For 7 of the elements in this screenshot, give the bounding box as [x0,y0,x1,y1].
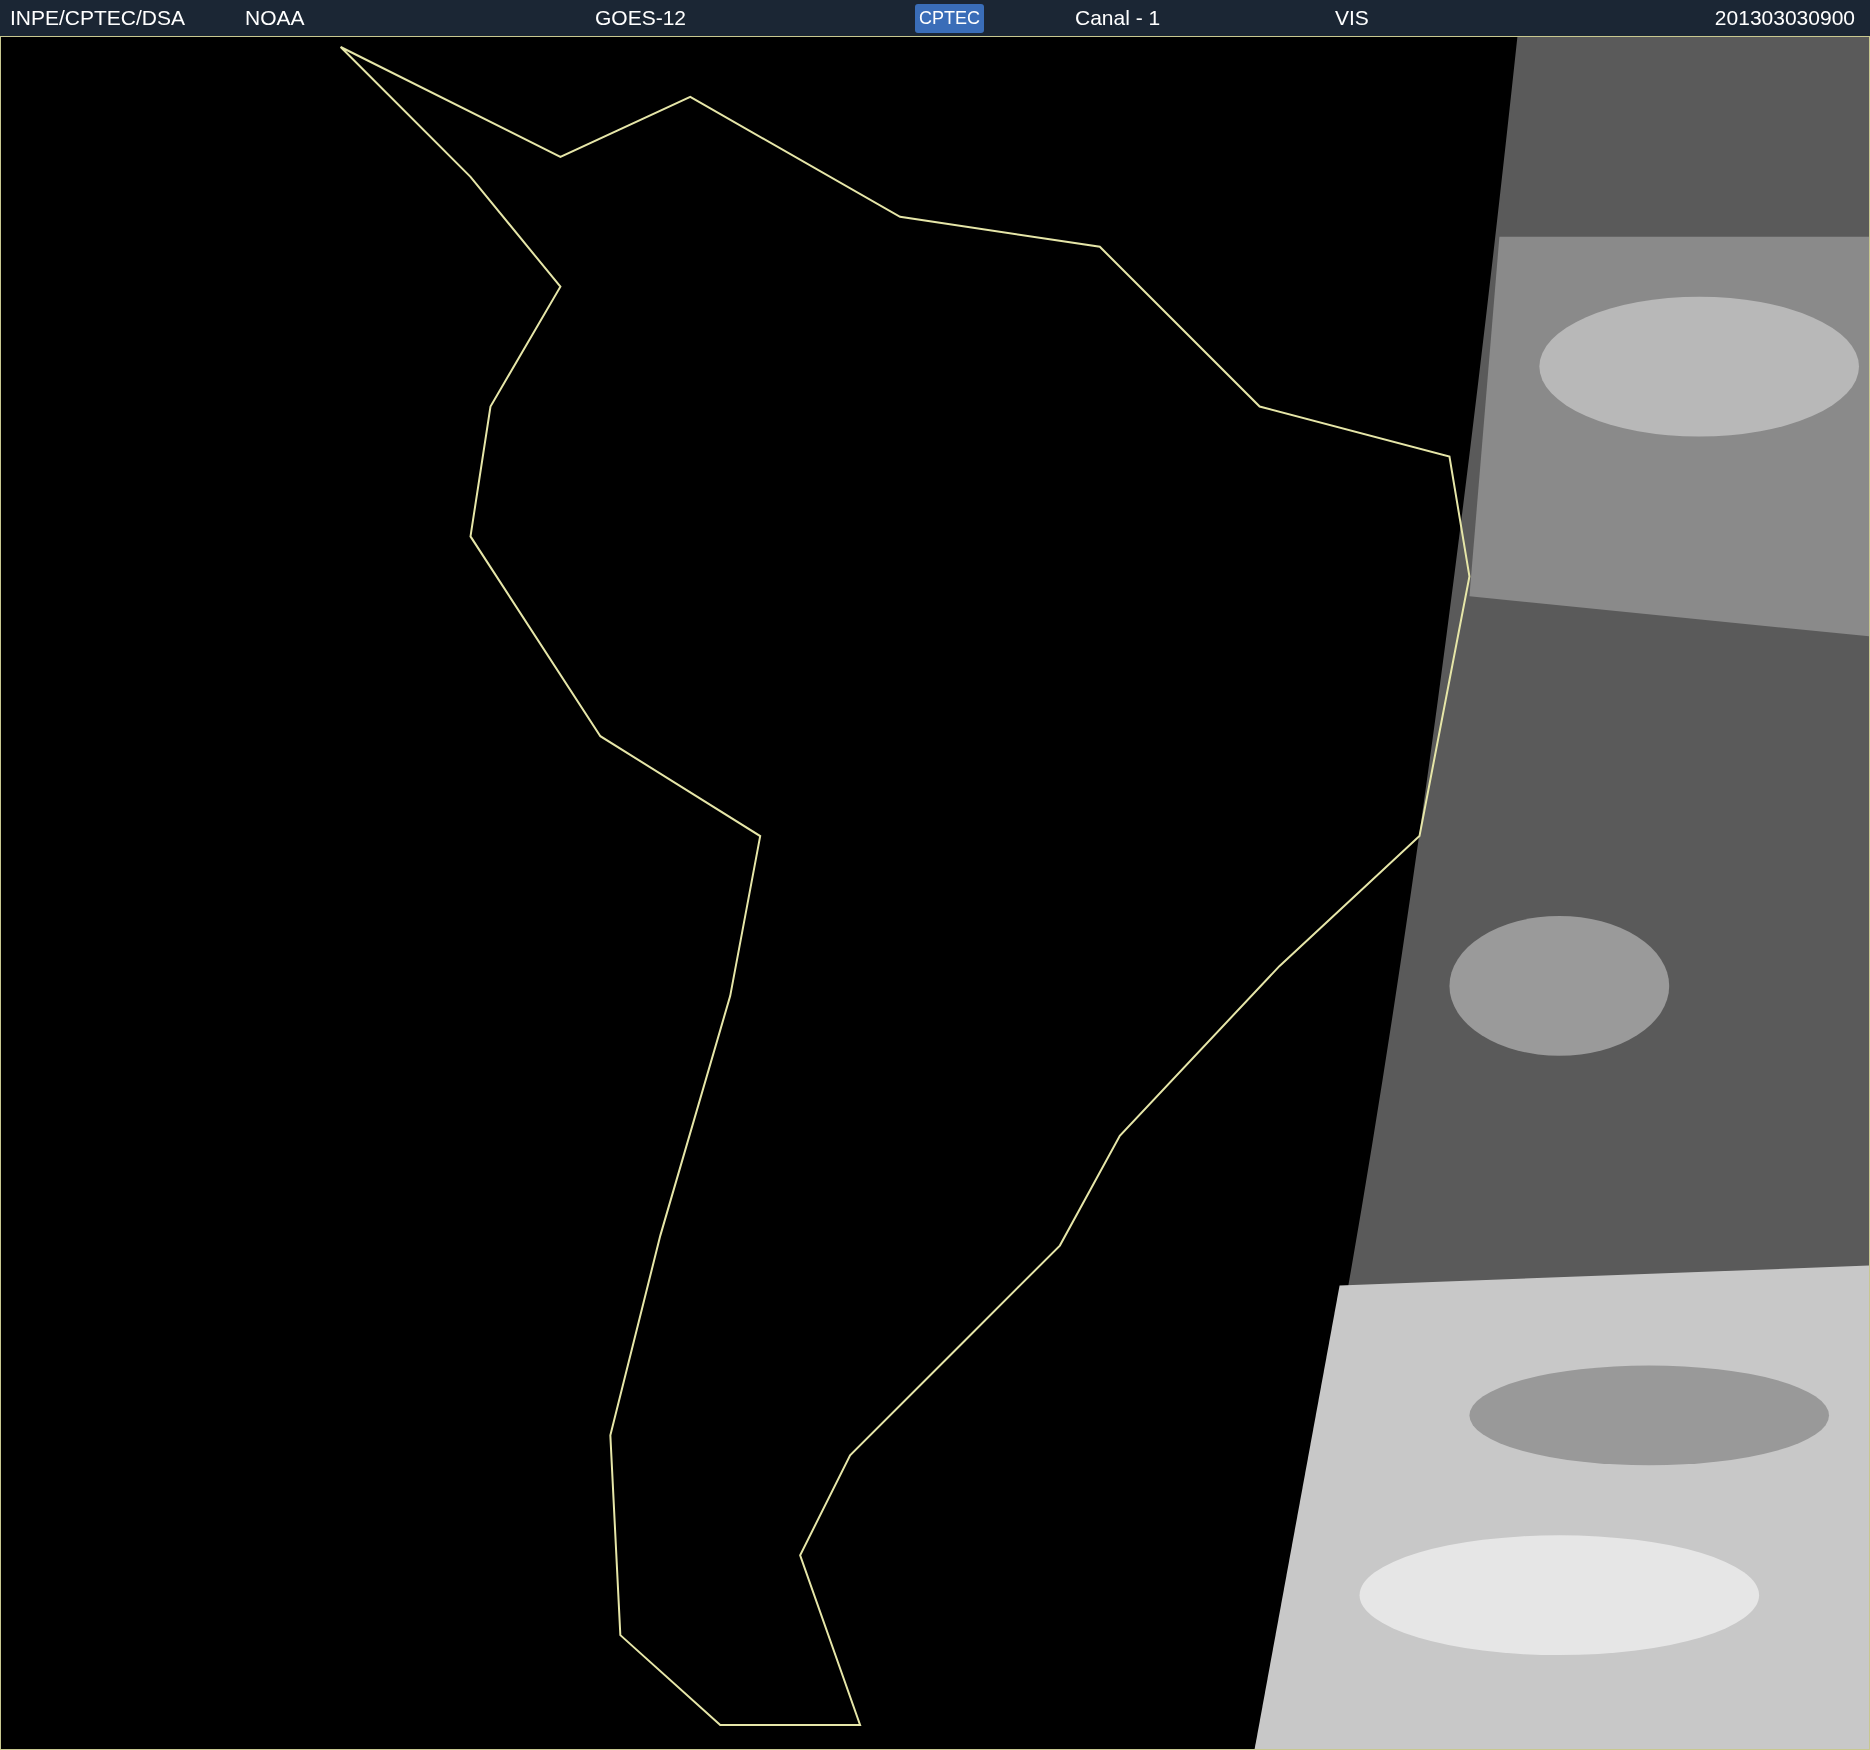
header-text: GOES-12 [595,6,687,30]
header-text: NOAA [245,6,305,30]
header-text: 201303030900 [1714,6,1855,30]
logo: CPTEC [915,3,984,33]
header-text: INPE/CPTEC/DSA [10,6,186,30]
header-text: Canal - 1 [1075,6,1161,30]
header-text: VIS [1335,6,1369,30]
